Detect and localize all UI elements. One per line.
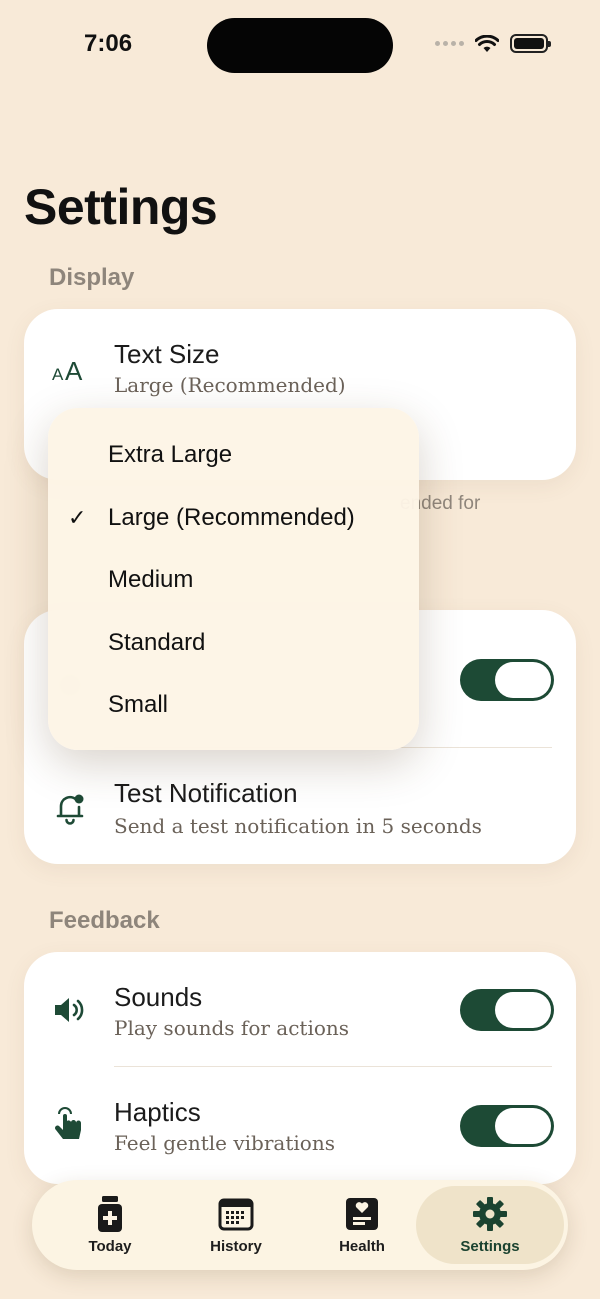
tab-label: Health	[339, 1238, 385, 1255]
text-size-row[interactable]: A A Text Size Large (Recommended)	[24, 309, 576, 419]
tab-health[interactable]: Health	[300, 1186, 424, 1264]
tab-label: Settings	[460, 1238, 520, 1255]
test-notification-title: Test Notification	[114, 778, 298, 808]
sounds-subtitle: Play sounds for actions	[114, 1016, 350, 1040]
test-notification-subtitle: Send a test notification in 5 seconds	[114, 814, 482, 838]
tab-bar: Today History Health Settings	[32, 1180, 568, 1270]
medicine-bottle-icon	[92, 1196, 128, 1232]
feedback-card: Sounds Play sounds for actions Haptics F…	[24, 952, 576, 1184]
bell-badge-icon	[50, 788, 90, 828]
tab-label: History	[210, 1238, 262, 1255]
speaker-icon	[50, 990, 90, 1030]
text-size-icon: A A	[50, 349, 90, 389]
sounds-toggle[interactable]	[460, 989, 554, 1031]
test-notification-row[interactable]: Test Notification Send a test notificati…	[24, 748, 576, 864]
menu-item-label: Standard	[108, 629, 206, 656]
checkmark-icon: ✓	[68, 505, 87, 530]
tab-settings[interactable]: Settings	[416, 1186, 564, 1264]
haptics-title: Haptics	[114, 1097, 201, 1127]
wifi-icon	[475, 34, 499, 52]
text-size-menu: Extra Large ✓ Large (Recommended) Medium…	[48, 408, 419, 750]
status-indicators	[435, 34, 551, 53]
battery-icon	[510, 34, 551, 53]
page-title: Settings	[24, 179, 218, 235]
menu-item-label: Large (Recommended)	[108, 504, 355, 531]
tab-today[interactable]: Today	[48, 1186, 172, 1264]
svg-text:A: A	[65, 356, 83, 384]
hand-tap-icon	[50, 1103, 90, 1143]
section-header-display: Display	[49, 264, 135, 291]
haptics-toggle[interactable]	[460, 1105, 554, 1147]
menu-item-extra-large[interactable]: Extra Large	[48, 424, 419, 486]
tab-history[interactable]: History	[174, 1186, 298, 1264]
sounds-row: Sounds Play sounds for actions	[24, 952, 576, 1066]
sounds-title: Sounds	[114, 982, 203, 1012]
svg-text:A: A	[52, 365, 64, 384]
tab-label: Today	[88, 1238, 132, 1255]
menu-item-label: Medium	[108, 566, 194, 593]
menu-item-label: Small	[108, 691, 169, 718]
notifications-toggle[interactable]	[460, 659, 554, 701]
dynamic-island	[207, 18, 393, 73]
calendar-icon	[218, 1196, 254, 1232]
menu-item-small[interactable]: Small	[48, 674, 419, 736]
section-header-feedback: Feedback	[49, 907, 160, 934]
health-record-icon	[344, 1196, 380, 1232]
status-time: 7:06	[84, 30, 133, 57]
haptics-row: Haptics Feel gentle vibrations	[24, 1067, 576, 1184]
menu-item-medium[interactable]: Medium	[48, 549, 419, 611]
menu-item-large[interactable]: ✓ Large (Recommended)	[48, 487, 419, 549]
menu-item-label: Extra Large	[108, 441, 233, 468]
text-size-subtitle: Large (Recommended)	[114, 373, 346, 397]
haptics-subtitle: Feel gentle vibrations	[114, 1131, 335, 1155]
cellular-signal-icon	[435, 41, 464, 46]
text-size-title: Text Size	[114, 339, 220, 369]
menu-item-standard[interactable]: Standard	[48, 612, 419, 674]
gear-icon	[472, 1196, 508, 1232]
